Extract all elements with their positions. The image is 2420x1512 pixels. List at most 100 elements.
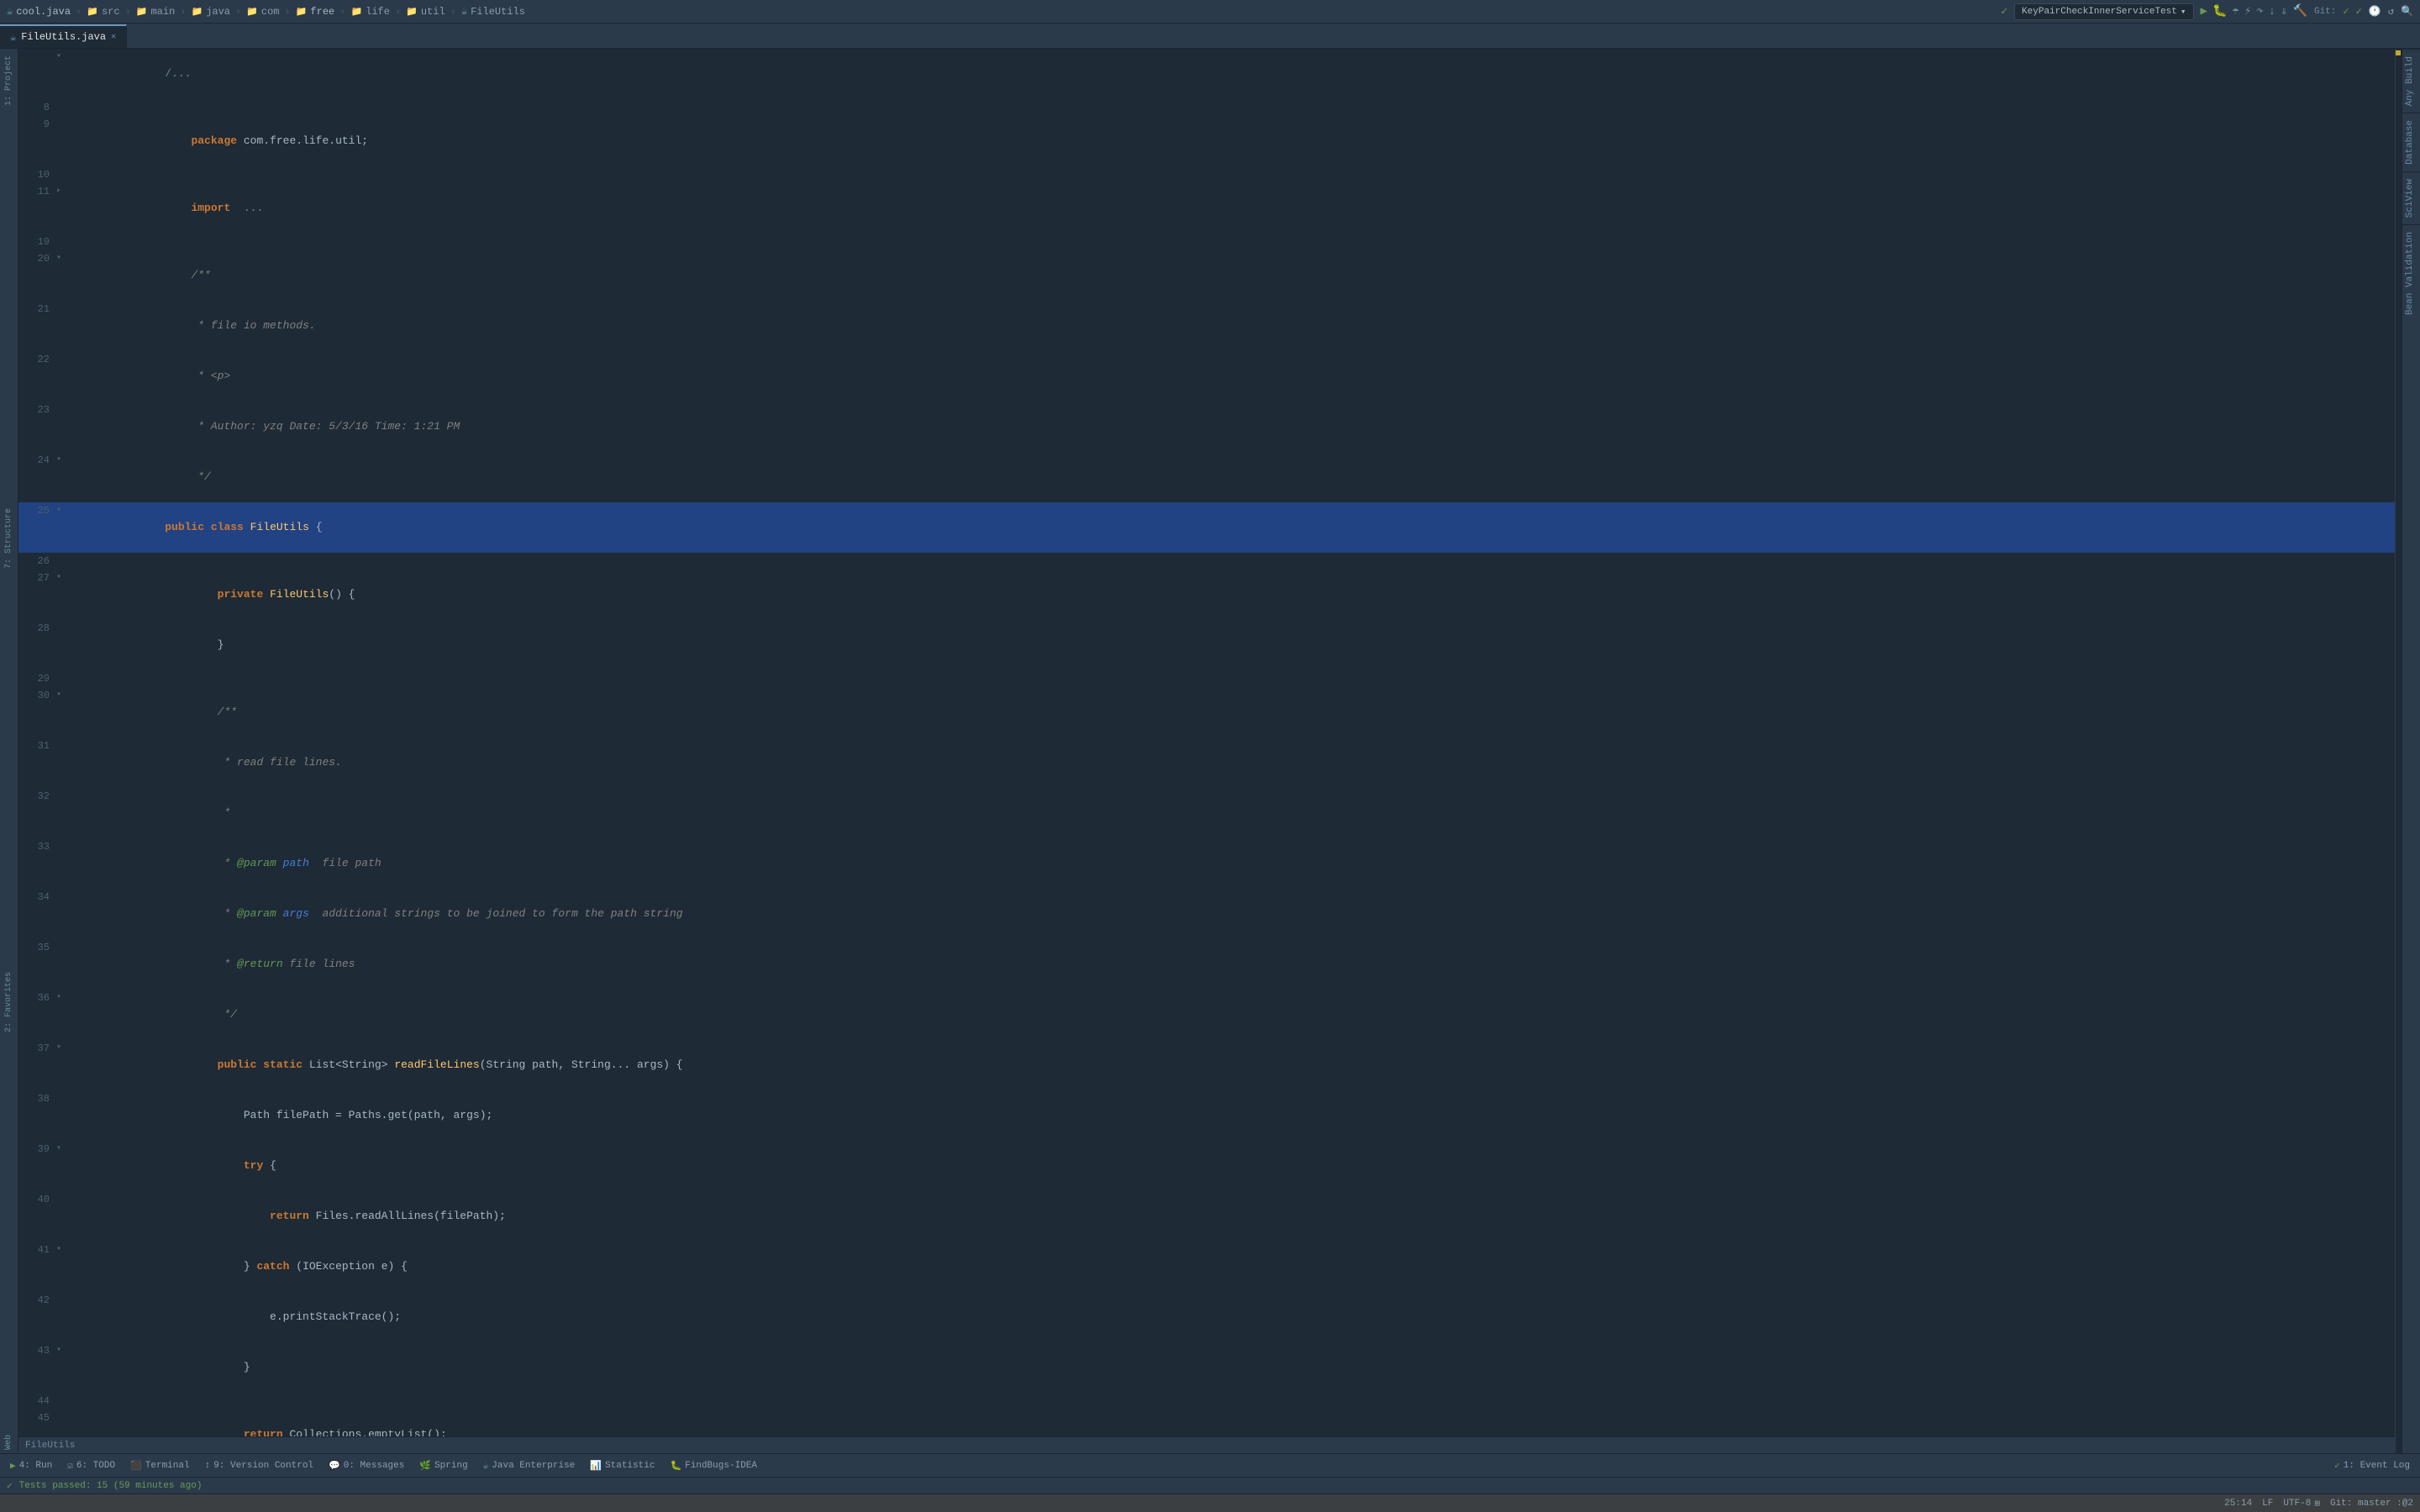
force-step-button[interactable]: ⇓ [2281,4,2287,18]
code-line[interactable]: } catch (IOException e) { [70,1242,2395,1292]
code-line[interactable]: * @param args additional strings to be j… [70,889,2395,939]
run-config-selector[interactable]: KeyPairCheckInnerServiceTest ▾ [2014,3,2193,20]
code-line[interactable]: public class FileUtils { [70,502,2395,553]
code-line[interactable] [70,234,2395,250]
status-line-col[interactable]: 25:14 [2224,1499,2252,1509]
right-tab-bean-validation[interactable]: Bean Validation [2402,224,2420,322]
git-history-icon[interactable]: 🕐 [2369,5,2381,18]
line-number: 44 [18,1393,56,1410]
git-undo-icon[interactable]: ↺ [2388,5,2394,18]
right-tab-database[interactable]: Database [2402,113,2420,171]
code-line[interactable]: } [70,1342,2395,1393]
inspect-icon[interactable]: ✓ [2001,5,2007,18]
step-over-button[interactable]: ↷ [2256,4,2263,18]
git-check-icon[interactable]: ✓ [2343,5,2349,18]
spring-tab-label: Spring [434,1461,468,1471]
bottom-tab-todo[interactable]: ☑ 6: TODO [60,1457,122,1474]
bottom-tab-event-log[interactable]: ✓ 1: Event Log [2328,1457,2417,1474]
project-panel-tab[interactable]: 1: Project [3,52,15,109]
bottom-tab-messages[interactable]: 💬 0: Messages [322,1457,411,1474]
code-line[interactable]: * <p> [70,351,2395,402]
fold-indicator[interactable]: ▾ [56,990,70,1040]
code-line[interactable]: */ [70,452,2395,502]
code-line[interactable]: /** [70,687,2395,738]
code-line[interactable]: /... [70,49,2395,99]
structure-panel-tab[interactable]: 7: Structure [3,505,15,572]
breadcrumb-main[interactable]: 📁 main [136,6,176,18]
bottom-tab-run[interactable]: ▶ 4: Run [3,1457,59,1474]
coverage-button[interactable]: ☂ [2232,4,2238,18]
code-line[interactable]: } [70,620,2395,670]
code-line[interactable]: return Files.readAllLines(filePath); [70,1191,2395,1242]
breadcrumb-java[interactable]: 📁 java [191,6,230,18]
step-into-button[interactable]: ↓ [2269,5,2275,18]
code-line[interactable] [70,553,2395,570]
status-lf[interactable]: LF [2262,1499,2273,1509]
profile-button[interactable]: ⚡ [2244,4,2251,18]
fold-indicator[interactable]: ▾ [56,1040,70,1090]
code-line[interactable]: * @param path file path [70,838,2395,889]
fold-indicator[interactable]: ▾ [56,502,70,553]
code-line[interactable]: package com.free.life.util; [70,116,2395,166]
code-line[interactable]: * [70,788,2395,838]
breadcrumb-free[interactable]: 📁 free [296,6,335,18]
code-line[interactable]: * read file lines. [70,738,2395,788]
status-git[interactable]: Git: master :@2 [2330,1499,2413,1509]
fold-indicator[interactable]: ▾ [56,1141,70,1191]
code-line[interactable]: private FileUtils() { [70,570,2395,620]
fold-indicator[interactable]: ▾ [56,1342,70,1393]
favorites-panel-tab[interactable]: 2: Favorites [3,969,15,1036]
fold-indicator[interactable]: ▾ [56,452,70,502]
fold-indicator[interactable]: ▾ [56,49,70,99]
debug-button[interactable]: 🐛 [2212,4,2227,18]
bottom-tab-java-enterprise[interactable]: ☕ Java Enterprise [476,1457,582,1474]
bottom-tab-findbugs[interactable]: 🐛 FindBugs-IDEA [663,1457,764,1474]
breadcrumb-com[interactable]: 📁 com [246,6,279,18]
run-config-label: KeyPairCheckInnerServiceTest [2022,7,2177,17]
fold-indicator[interactable]: ▾ [56,570,70,620]
messages-tab-label: 0: Messages [344,1461,405,1471]
fold-indicator[interactable]: ▸ [56,183,70,234]
code-line[interactable]: return Collections.emptyList(); [70,1410,2395,1436]
breadcrumb-src[interactable]: 📁 src [87,6,119,18]
bottom-tab-version-control[interactable]: ↕ 9: Version Control [198,1458,320,1473]
code-line[interactable]: try { [70,1141,2395,1191]
search-icon[interactable]: 🔍 [2401,5,2413,18]
code-line[interactable]: * Author: yzq Date: 5/3/16 Time: 1:21 PM [70,402,2395,452]
breadcrumb-fileutils[interactable]: ☕ FileUtils [461,5,525,18]
code-line[interactable]: * @return file lines [70,939,2395,990]
breadcrumb-life[interactable]: 📁 life [350,6,390,18]
code-line[interactable]: Path filePath = Paths.get(path, args); [70,1090,2395,1141]
breadcrumb-cool-java[interactable]: ☕ cool.java [7,5,71,18]
bottom-tab-spring[interactable]: 🌿 Spring [413,1457,474,1474]
right-tab-any-build[interactable]: Any Build [2402,49,2420,113]
code-line[interactable] [70,99,2395,116]
code-line[interactable]: /** [70,250,2395,301]
tab-close-button[interactable]: ✕ [111,32,116,42]
fold-indicator[interactable]: ▾ [56,1242,70,1292]
line-row: 44 [18,1393,2395,1410]
fold-indicator[interactable]: ▾ [56,687,70,738]
code-line[interactable]: import ... [70,183,2395,234]
code-line[interactable]: e.printStackTrace(); [70,1292,2395,1342]
code-line[interactable]: public static List<String> readFileLines… [70,1040,2395,1090]
bottom-tab-terminal[interactable]: ⬛ Terminal [124,1457,197,1474]
line-number: 43 [18,1342,56,1393]
git-check2-icon[interactable]: ✓ [2356,5,2362,18]
run-button[interactable]: ▶ [2201,4,2207,18]
code-line[interactable] [70,1393,2395,1410]
web-panel-tab[interactable]: Web [3,1431,15,1453]
breadcrumb-util[interactable]: 📁 util [406,6,445,18]
tab-fileutils[interactable]: ☕ FileUtils.java ✕ [0,24,127,48]
code-line[interactable]: * file io methods. [70,301,2395,351]
bottom-tab-statistic[interactable]: 📊 Statistic [583,1457,661,1474]
code-scroll-area[interactable]: ▾ /... 8 9 [18,49,2395,1436]
build-button[interactable]: 🔨 [2293,4,2307,18]
todo-tab-icon: ☑ [67,1460,73,1472]
status-encoding[interactable]: UTF-8 ⊞ [2283,1498,2320,1509]
code-line[interactable]: */ [70,990,2395,1040]
code-line[interactable] [70,670,2395,687]
fold-indicator[interactable]: ▾ [56,250,70,301]
code-line[interactable] [70,166,2395,183]
right-tab-sciview[interactable]: SciView [2402,171,2420,224]
